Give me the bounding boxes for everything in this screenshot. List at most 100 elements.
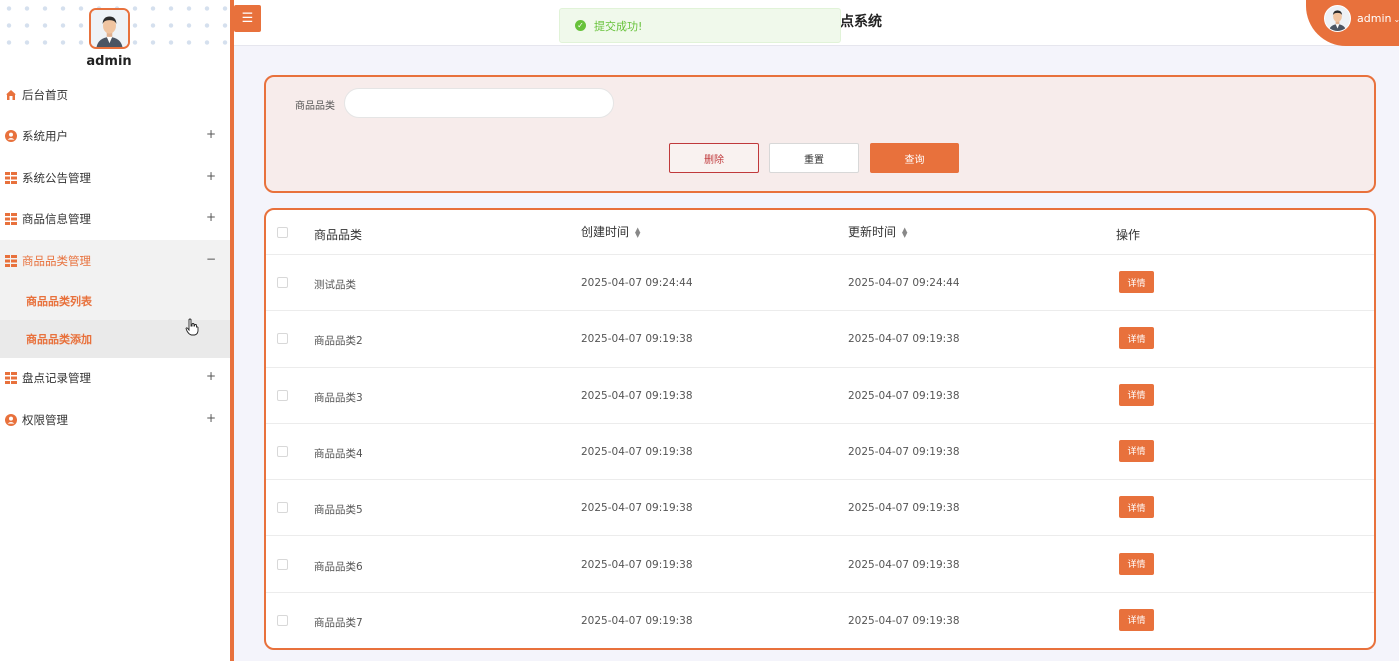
row-checkbox[interactable]: [277, 445, 288, 457]
detail-button[interactable]: 详情: [1119, 327, 1154, 350]
select-all-checkbox[interactable]: [277, 227, 288, 238]
sidebar-item-product-category[interactable]: 商品品类管理 −: [0, 240, 230, 282]
cell-category: 商品品类2: [314, 335, 363, 348]
sidebar-item-label: 商品品类管理: [22, 253, 91, 268]
user-icon: [5, 130, 17, 143]
cell-created-time: 2025-04-07 09:19:38: [581, 558, 693, 571]
expand-icon[interactable]: +: [206, 369, 216, 383]
success-toast: ✓ 提交成功!: [559, 8, 841, 43]
hamburger-icon: ☰: [241, 11, 254, 26]
sidebar-item-inventory-records[interactable]: 盘点记录管理 +: [0, 358, 230, 400]
expand-icon[interactable]: +: [206, 411, 216, 425]
sidebar-menu: 后台首页 系统用户 + 系统公告管理 + 商品信息管理 + 商品品类管理 − 商…: [0, 74, 230, 441]
detail-button[interactable]: 详情: [1119, 608, 1154, 631]
grid-icon: [5, 171, 17, 184]
sidebar-item-label: 盘点记录管理: [22, 371, 91, 386]
cell-created-time: 2025-04-07 09:19:38: [581, 389, 693, 402]
cell-updated-time: 2025-04-07 09:19:38: [848, 333, 960, 346]
search-input[interactable]: [344, 88, 614, 118]
detail-button[interactable]: 详情: [1119, 439, 1154, 462]
menu-toggle-button[interactable]: ☰: [234, 5, 261, 32]
home-icon: [5, 89, 17, 101]
toast-message: 提交成功!: [594, 19, 643, 33]
table-row: 商品品类3 2025-04-07 09:19:38 2025-04-07 09:19…: [266, 368, 1374, 424]
expand-icon[interactable]: +: [206, 210, 216, 224]
sidebar-item-label: 后台首页: [22, 87, 68, 102]
row-checkbox[interactable]: [277, 558, 288, 570]
cell-category: 商品品类7: [314, 616, 363, 629]
sort-icon[interactable]: ▲ ▼: [635, 226, 640, 238]
avatar[interactable]: [89, 8, 130, 49]
page-title: 点系统: [840, 14, 882, 30]
table-row: 商品品类6 2025-04-07 09:19:38 2025-04-07 09:19…: [266, 537, 1374, 593]
cell-category: 商品品类4: [314, 447, 363, 460]
row-checkbox[interactable]: [277, 277, 288, 288]
user-icon: [5, 413, 17, 426]
collapse-icon[interactable]: −: [206, 252, 216, 266]
column-header-created[interactable]: 创建时间 ▲ ▼: [581, 223, 640, 240]
grid-icon: [5, 372, 17, 385]
sidebar-subitem-category-list[interactable]: 商品品类列表: [0, 282, 230, 320]
sort-icon[interactable]: ▲ ▼: [902, 226, 907, 238]
query-button[interactable]: 查询: [870, 143, 959, 173]
chevron-down-icon: ⌄: [1393, 15, 1399, 24]
column-header-label: 创建时间: [581, 225, 630, 239]
data-table: 商品品类 创建时间 ▲ ▼ 更新时间 ▲ ▼ 操作 测试品类 2025-04-07 09:…: [264, 208, 1376, 650]
grid-icon: [5, 213, 17, 226]
expand-icon[interactable]: +: [206, 169, 216, 183]
column-header-updated[interactable]: 更新时间 ▲ ▼: [848, 223, 907, 240]
user-dropdown-label: admin: [1357, 12, 1392, 25]
cell-category: 商品品类5: [314, 504, 363, 517]
cell-created-time: 2025-04-07 09:19:38: [581, 333, 693, 346]
table-row: 商品品类7 2025-04-07 09:19:38 2025-04-07 09:19…: [266, 593, 1374, 648]
sidebar-item-label: 商品信息管理: [22, 212, 91, 227]
sidebar-username: admin: [86, 54, 132, 69]
delete-button[interactable]: 删除: [669, 143, 759, 173]
cell-updated-time: 2025-04-07 09:19:38: [848, 558, 960, 571]
sidebar-item-announcements[interactable]: 系统公告管理 +: [0, 157, 230, 199]
sidebar-item-label: 系统公告管理: [22, 170, 91, 185]
sidebar-subitem-label: 商品品类添加: [26, 332, 92, 346]
detail-button[interactable]: 详情: [1119, 383, 1154, 406]
table-row: 商品品类2 2025-04-07 09:19:38 2025-04-07 09:19…: [266, 311, 1374, 368]
cell-updated-time: 2025-04-07 09:24:44: [848, 277, 960, 289]
column-header-category: 商品品类: [314, 228, 363, 242]
grid-icon: [5, 254, 17, 267]
column-header-action: 操作: [1116, 228, 1141, 242]
table-row: 商品品类4 2025-04-07 09:19:38 2025-04-07 09:19…: [266, 424, 1374, 481]
detail-button[interactable]: 详情: [1119, 271, 1154, 293]
row-checkbox[interactable]: [277, 502, 288, 514]
table-row: 测试品类 2025-04-07 09:24:44 2025-04-07 09:24:…: [266, 255, 1374, 312]
cell-category: 测试品类: [314, 279, 356, 291]
cell-created-time: 2025-04-07 09:19:38: [581, 614, 693, 627]
row-checkbox[interactable]: [277, 389, 288, 401]
sidebar-item-product-info[interactable]: 商品信息管理 +: [0, 199, 230, 241]
cell-created-time: 2025-04-07 09:19:38: [581, 445, 693, 458]
cell-created-time: 2025-04-07 09:24:44: [581, 277, 693, 289]
cell-updated-time: 2025-04-07 09:19:38: [848, 445, 960, 458]
cell-created-time: 2025-04-07 09:19:38: [581, 502, 693, 515]
cell-category: 商品品类3: [314, 391, 363, 404]
detail-button[interactable]: 详情: [1119, 496, 1154, 519]
sidebar-item-label: 系统用户: [22, 129, 68, 144]
expand-icon[interactable]: +: [206, 127, 216, 141]
table-header: 商品品类 创建时间 ▲ ▼ 更新时间 ▲ ▼ 操作: [266, 210, 1374, 255]
sidebar-divider: [230, 0, 234, 661]
user-dropdown[interactable]: admin ⌄: [1357, 12, 1399, 25]
sidebar-item-home[interactable]: 后台首页: [0, 74, 230, 116]
cell-updated-time: 2025-04-07 09:19:38: [848, 389, 960, 402]
table-row: 商品品类5 2025-04-07 09:19:38 2025-04-07 09:19…: [266, 480, 1374, 537]
row-checkbox[interactable]: [277, 333, 288, 345]
detail-button[interactable]: 详情: [1119, 552, 1154, 575]
cell-category: 商品品类6: [314, 560, 363, 573]
column-header-label: 更新时间: [848, 225, 897, 239]
row-checkbox[interactable]: [277, 614, 288, 626]
sidebar-item-label: 权限管理: [22, 412, 68, 427]
hand-cursor-icon: [185, 318, 199, 336]
cell-updated-time: 2025-04-07 09:19:38: [848, 502, 960, 515]
sidebar-item-permissions[interactable]: 权限管理 +: [0, 399, 230, 441]
sidebar-item-system-users[interactable]: 系统用户 +: [0, 116, 230, 158]
reset-button[interactable]: 重置: [769, 143, 859, 173]
user-avatar[interactable]: [1324, 5, 1351, 32]
check-circle-icon: ✓: [575, 20, 586, 31]
